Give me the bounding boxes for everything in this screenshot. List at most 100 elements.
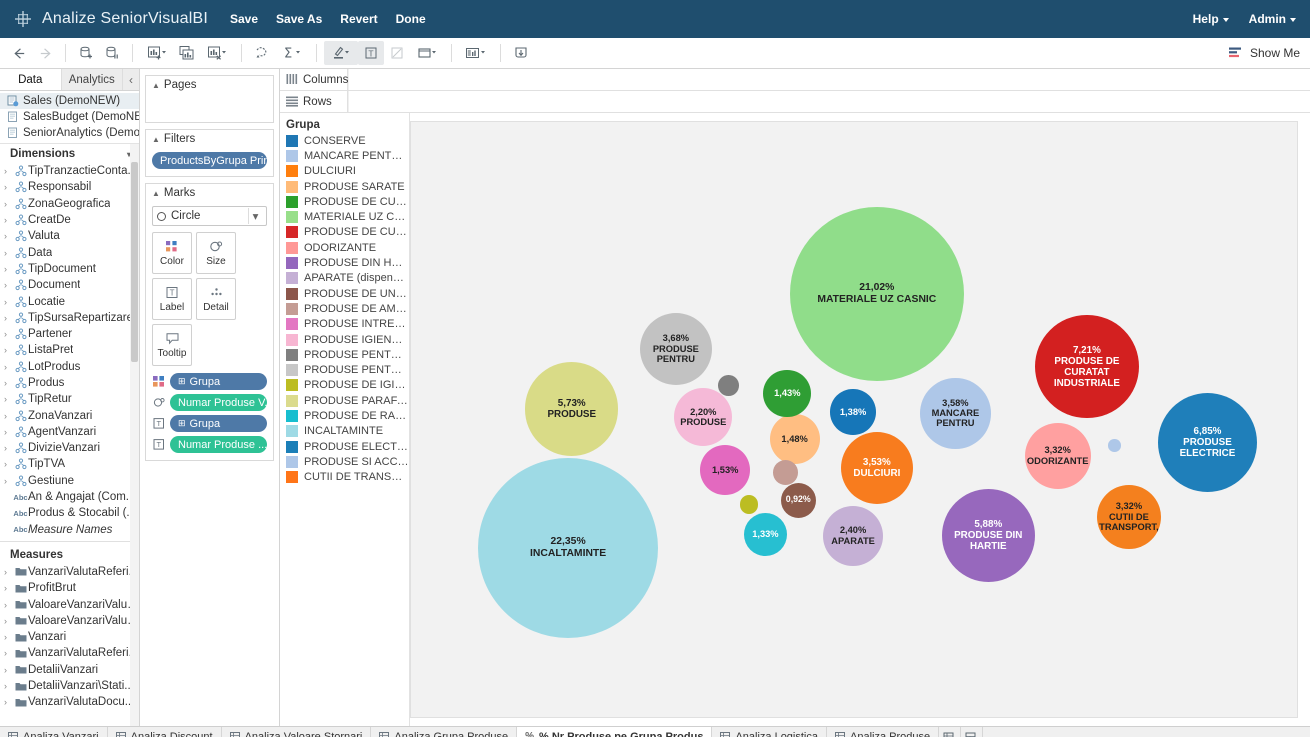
expand-arrow-icon[interactable]: › (4, 231, 13, 241)
totals-icon[interactable]: Σ (275, 41, 309, 65)
marks-pill[interactable]: Numar Produse ...Δ (170, 436, 267, 453)
expand-arrow-icon[interactable]: › (4, 394, 13, 404)
download-icon[interactable] (508, 41, 534, 65)
color-palette-icon[interactable] (152, 376, 166, 387)
label-icon[interactable]: T (358, 41, 384, 65)
expand-arrow-icon[interactable]: › (4, 681, 13, 691)
expand-arrow-icon[interactable]: › (4, 378, 13, 388)
new-dashboard-tab-icon[interactable] (961, 726, 984, 737)
bubble-mark[interactable]: 1,48% (769, 414, 820, 465)
dimension-field[interactable]: Abc Measure Names (0, 522, 139, 538)
filters-card-header[interactable]: ▲ Filters (146, 130, 273, 148)
dimension-field[interactable]: › ListaPret (0, 342, 139, 358)
legend-item[interactable]: DULCIURI (286, 164, 409, 179)
legend-item[interactable]: PRODUSE DIN HARTIE (286, 255, 409, 270)
bubble-mark[interactable]: 0,92% (780, 482, 816, 518)
legend-item[interactable]: PRODUSE DE RAS, PR... (286, 408, 409, 423)
dimension-field[interactable]: › Data (0, 244, 139, 260)
expand-arrow-icon[interactable]: › (4, 583, 13, 593)
dimension-field[interactable]: Abc An & Angajat (Com... (0, 489, 139, 505)
legend-item[interactable]: PRODUSE IGIENA PER... (286, 332, 409, 347)
pages-card-header[interactable]: ▲ Pages (146, 76, 273, 94)
save-button[interactable]: Save (230, 12, 258, 26)
measure-folder[interactable]: › VanzariValutaReferi... (0, 564, 139, 580)
sheet-tab[interactable]: % % Nr Produse pe Grupa Produs (517, 727, 713, 737)
marks-pill[interactable]: ⊞ Grupa (170, 373, 267, 390)
dimension-field[interactable]: › TipRetur (0, 391, 139, 407)
bubble-mark[interactable]: 21,02% MATERIALE UZ CASNIC (789, 207, 964, 382)
bubble-mark[interactable]: 3,32% CUTII DE TRANSPORT, (1096, 484, 1162, 550)
legend-item[interactable]: PRODUSE DE AMBALAT (286, 301, 409, 316)
datasource-sales[interactable]: Sales (DemoNEW) (0, 93, 139, 109)
legend-item[interactable]: INCALTAMINTE (286, 424, 409, 439)
show-me-button[interactable]: Show Me (1228, 42, 1300, 64)
data-pane-scrollbar[interactable] (130, 144, 139, 726)
save-as-button[interactable]: Save As (276, 12, 322, 26)
legend-item[interactable]: PRODUSE DE CURATA... (286, 225, 409, 240)
columns-drop-zone[interactable] (348, 69, 1310, 90)
duplicate-sheet-icon[interactable] (174, 41, 200, 65)
revert-button[interactable]: Revert (340, 12, 377, 26)
bubble-mark[interactable]: 1,38% (830, 389, 876, 436)
bubble-chart[interactable]: 22,35% INCALTAMINTE 21,02% MATERIALE UZ CAS… (410, 121, 1298, 718)
collapse-pane-icon[interactable]: ‹ (123, 69, 139, 90)
expand-arrow-icon[interactable]: › (4, 476, 13, 486)
expand-arrow-icon[interactable]: › (4, 411, 13, 421)
legend-item[interactable]: PRODUSE DE IGIENA P... (286, 378, 409, 393)
measure-folder[interactable]: › ValoareVanzariValut... (0, 613, 139, 629)
measure-folder[interactable]: › VanzariValutaDocu... (0, 694, 139, 710)
sheet-tab[interactable]: Analiza Discount (108, 727, 222, 737)
dimension-field[interactable]: › ZonaGeografica (0, 196, 139, 212)
filter-pill-productsbygrupa[interactable]: ProductsByGrupa Prin... (152, 152, 267, 169)
dimension-field[interactable]: › Gestiune (0, 473, 139, 489)
measure-folder[interactable]: › Vanzari (0, 629, 139, 645)
dimension-field[interactable]: › AgentVanzari (0, 424, 139, 440)
expand-arrow-icon[interactable]: › (4, 459, 13, 469)
legend-item[interactable]: PRODUSE DE CURATA... (286, 194, 409, 209)
measure-folder[interactable]: › DetaliiVanzari (0, 662, 139, 678)
expand-arrow-icon[interactable]: › (4, 215, 13, 225)
expand-arrow-icon[interactable]: › (4, 182, 13, 192)
dimension-field[interactable]: › LotProdus (0, 359, 139, 375)
dimension-field[interactable]: › Produs (0, 375, 139, 391)
expand-arrow-icon[interactable]: › (4, 697, 13, 707)
bubble-mark[interactable] (718, 374, 740, 396)
measure-folder[interactable]: › DetaliiVanzari\Stati... (0, 678, 139, 694)
tab-data[interactable]: Data (0, 69, 62, 90)
swap-rows-columns-icon[interactable] (249, 41, 275, 65)
sheet-tab[interactable]: Analiza Valoare Stornari (222, 727, 372, 737)
expand-arrow-icon[interactable]: › (4, 665, 13, 675)
expand-arrow-icon[interactable]: › (4, 166, 13, 176)
dimension-field[interactable]: › TipTranzactieConta... (0, 163, 139, 179)
expand-arrow-icon[interactable]: › (4, 345, 13, 355)
dimension-field[interactable]: › DivizieVanzari (0, 440, 139, 456)
fit-icon[interactable] (410, 41, 444, 65)
expand-arrow-icon[interactable]: › (4, 362, 13, 372)
bubble-mark[interactable]: 3,58% MANCARE PENTRU (920, 378, 991, 449)
legend-item[interactable]: PRODUSE PARAFARM... (286, 393, 409, 408)
dimension-field[interactable]: › ZonaVanzari (0, 407, 139, 423)
bubble-mark[interactable]: 5,88% PRODUSE DIN HARTIE (941, 488, 1035, 583)
marks-card-header[interactable]: ▲ Marks (146, 184, 273, 202)
bubble-mark[interactable]: 3,68% PRODUSE PENTRU (639, 312, 713, 386)
expand-arrow-icon[interactable]: › (4, 297, 13, 307)
expand-arrow-icon[interactable]: › (4, 443, 13, 453)
back-icon[interactable] (6, 41, 32, 65)
legend-item[interactable]: PRODUSE DE UNICA F... (286, 286, 409, 301)
expand-arrow-icon[interactable]: › (4, 427, 13, 437)
expand-arrow-icon[interactable]: › (4, 567, 13, 577)
legend-item[interactable]: CONSERVE (286, 133, 409, 148)
new-worksheet-tab-icon[interactable] (939, 726, 962, 737)
sheet-tab[interactable]: Analiza Logistica (712, 727, 827, 737)
measure-folder[interactable]: › VanzariValutaReferi... (0, 645, 139, 661)
add-data-source-icon[interactable] (73, 41, 99, 65)
dimension-field[interactable]: › Document (0, 277, 139, 293)
show-hide-cards-icon[interactable] (459, 41, 493, 65)
dimension-field[interactable]: › Valuta (0, 228, 139, 244)
expand-arrow-icon[interactable]: › (4, 280, 13, 290)
measure-folder[interactable]: › ValoareVanzariValut... (0, 596, 139, 612)
dimension-field[interactable]: › TipTVA (0, 456, 139, 472)
expand-arrow-icon[interactable]: › (4, 248, 13, 258)
dimension-field[interactable]: › Partener (0, 326, 139, 342)
tab-analytics[interactable]: Analytics (61, 69, 123, 90)
